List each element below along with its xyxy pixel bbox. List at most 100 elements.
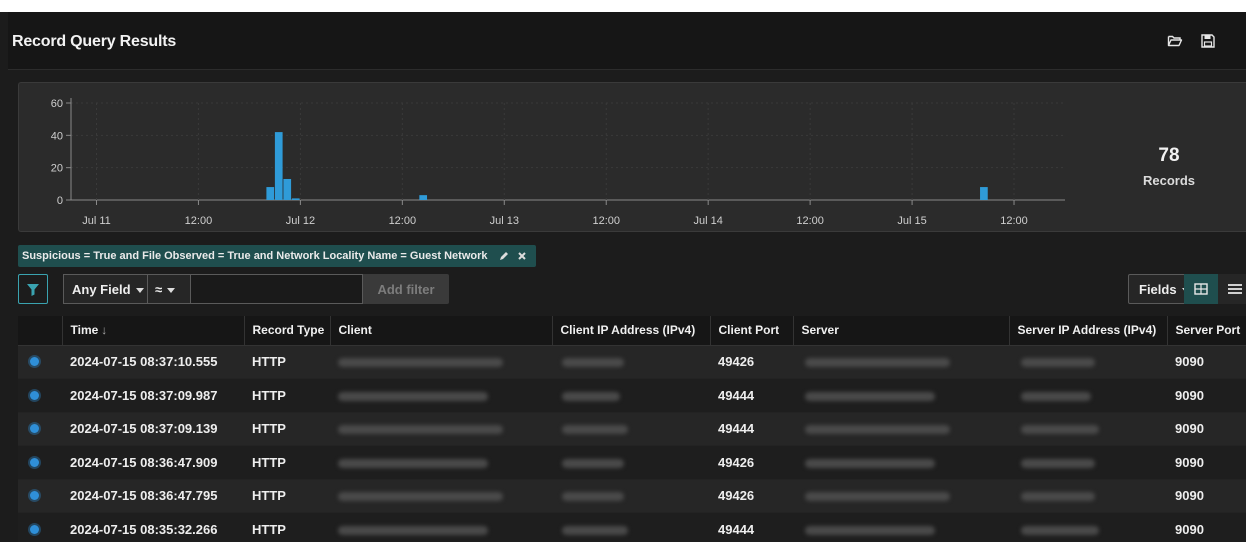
row-detail-cell[interactable] (18, 412, 62, 446)
column-header-server[interactable]: Server (792, 316, 1009, 346)
x-tick-label: Jul 15 (897, 215, 926, 227)
x-tick-label: 12:00 (185, 215, 213, 227)
chevron-down-icon (167, 288, 176, 294)
server-port-cell: 9090 (1167, 445, 1246, 480)
table-row[interactable]: 2024-07-15 08:36:47.909 HTTP 49426 9090 (18, 445, 1246, 480)
table-row[interactable]: 2024-07-15 08:35:32.266 HTTP 49444 9090 (18, 512, 1246, 542)
record-type-cell: HTTP (244, 345, 330, 379)
redacted-client (338, 358, 503, 368)
server-cell (793, 378, 1009, 413)
record-detail-icon[interactable] (30, 524, 39, 534)
histogram-bar (291, 198, 300, 200)
operator-select[interactable]: ≈ (147, 274, 191, 304)
chevron-down-icon (135, 288, 144, 294)
server-port-cell: 9090 (1167, 512, 1246, 542)
client-cell (330, 479, 552, 513)
x-tick-label: Jul 11 (82, 215, 111, 227)
row-detail-cell[interactable] (18, 445, 62, 480)
column-header-client-ip[interactable]: Client IP Address (IPv4) (551, 316, 710, 346)
remove-filter-icon[interactable] (516, 250, 528, 262)
x-tick-label: 12:00 (592, 215, 620, 227)
column-header-record-type[interactable]: Record Type (243, 316, 330, 346)
x-tick-label: Jul 14 (693, 215, 722, 227)
column-header-client[interactable]: Client (329, 316, 552, 346)
record-detail-icon[interactable] (30, 390, 39, 400)
record-count-label: Records (1142, 173, 1196, 188)
record-type-cell: HTTP (244, 445, 330, 480)
add-filter-button[interactable]: Add filter (363, 274, 449, 304)
x-tick-label: Jul 13 (490, 215, 519, 227)
column-header-server-ip[interactable]: Server IP Address (IPv4) (1008, 316, 1167, 346)
redacted-server (805, 425, 950, 435)
list-view-button[interactable] (1218, 274, 1246, 304)
list-icon (1228, 284, 1242, 294)
client-ip-cell (552, 512, 710, 542)
redacted-server-ip (1021, 391, 1091, 401)
client-cell (330, 378, 552, 413)
results-table: Time ↓ Record Type Client Client IP Addre… (18, 316, 1246, 542)
redacted-server (805, 492, 950, 502)
redacted-client-ip (562, 391, 620, 401)
column-header-server-port[interactable]: Server Port (1166, 316, 1246, 346)
filter-value-input[interactable] (191, 274, 363, 304)
filter-toggle-button[interactable] (18, 274, 48, 304)
record-detail-icon[interactable] (30, 424, 39, 434)
redacted-server-ip (1021, 525, 1099, 535)
row-detail-cell[interactable] (18, 345, 62, 379)
server-ip-cell (1009, 512, 1167, 542)
field-select[interactable]: Any Field (63, 274, 147, 304)
record-type-cell: HTTP (244, 412, 330, 446)
fields-button-label: Fields (1139, 282, 1177, 297)
active-filter-chip[interactable]: Suspicious = True and File Observed = Tr… (18, 245, 536, 267)
redacted-client-ip (562, 525, 628, 535)
histogram-bar (419, 195, 428, 200)
time-cell: 2024-07-15 08:36:47.909 (62, 445, 244, 480)
table-view-button[interactable] (1184, 274, 1218, 304)
time-cell: 2024-07-15 08:36:47.795 (62, 479, 244, 513)
histogram-bar (274, 132, 283, 200)
record-detail-icon[interactable] (30, 357, 39, 367)
column-header-client-port[interactable]: Client Port (709, 316, 793, 346)
record-detail-icon[interactable] (30, 491, 39, 501)
edit-pencil-icon[interactable] (498, 250, 510, 262)
app-frame: Record Query Results 0 20 40 60 Jul 11 12:00 J… (0, 12, 1246, 542)
row-detail-cell[interactable] (18, 479, 62, 513)
y-tick-label: 60 (51, 98, 63, 110)
table-row[interactable]: 2024-07-15 08:36:47.795 HTTP 49426 9090 (18, 479, 1246, 513)
table-row[interactable]: 2024-07-15 08:37:09.987 HTTP 49444 9090 (18, 378, 1246, 413)
server-ip-cell (1009, 479, 1167, 513)
redacted-client (338, 525, 488, 535)
folder-open-icon[interactable] (1167, 33, 1183, 49)
client-ip-cell (552, 378, 710, 413)
redacted-client (338, 425, 503, 435)
column-header-select (18, 316, 62, 346)
histogram-bar (283, 178, 292, 200)
client-port-cell: 49444 (710, 378, 793, 413)
redacted-client-ip (562, 425, 628, 435)
record-detail-icon[interactable] (30, 457, 39, 467)
save-icon[interactable] (1200, 33, 1216, 49)
redacted-server (805, 458, 935, 468)
x-tick-label: 12:00 (796, 215, 824, 227)
client-cell (330, 412, 552, 446)
client-ip-cell (552, 445, 710, 480)
server-cell (793, 445, 1009, 480)
redacted-client-ip (562, 492, 624, 502)
row-detail-cell[interactable] (18, 512, 62, 542)
filter-bar: Any Field ≈ Add filter Fields (18, 274, 1246, 304)
histogram-panel: 0 20 40 60 Jul 11 12:00 Jul 12 12:00 Jul 13 12:00… (18, 82, 1246, 232)
client-port-cell: 49426 (710, 479, 793, 513)
table-row[interactable]: 2024-07-15 08:37:10.555 HTTP 49426 9090 (18, 345, 1246, 379)
server-ip-cell (1009, 345, 1167, 379)
redacted-server (805, 358, 950, 368)
grid-icon (1194, 283, 1208, 295)
client-ip-cell (552, 345, 710, 379)
column-header-time-label: Time (70, 323, 99, 338)
record-type-cell: HTTP (244, 378, 330, 413)
column-header-time[interactable]: Time ↓ (61, 316, 244, 346)
client-ip-cell (552, 479, 710, 513)
time-cell: 2024-07-15 08:37:09.987 (62, 378, 244, 413)
server-port-cell: 9090 (1167, 345, 1246, 379)
table-row[interactable]: 2024-07-15 08:37:09.139 HTTP 49444 9090 (18, 412, 1246, 446)
row-detail-cell[interactable] (18, 378, 62, 413)
